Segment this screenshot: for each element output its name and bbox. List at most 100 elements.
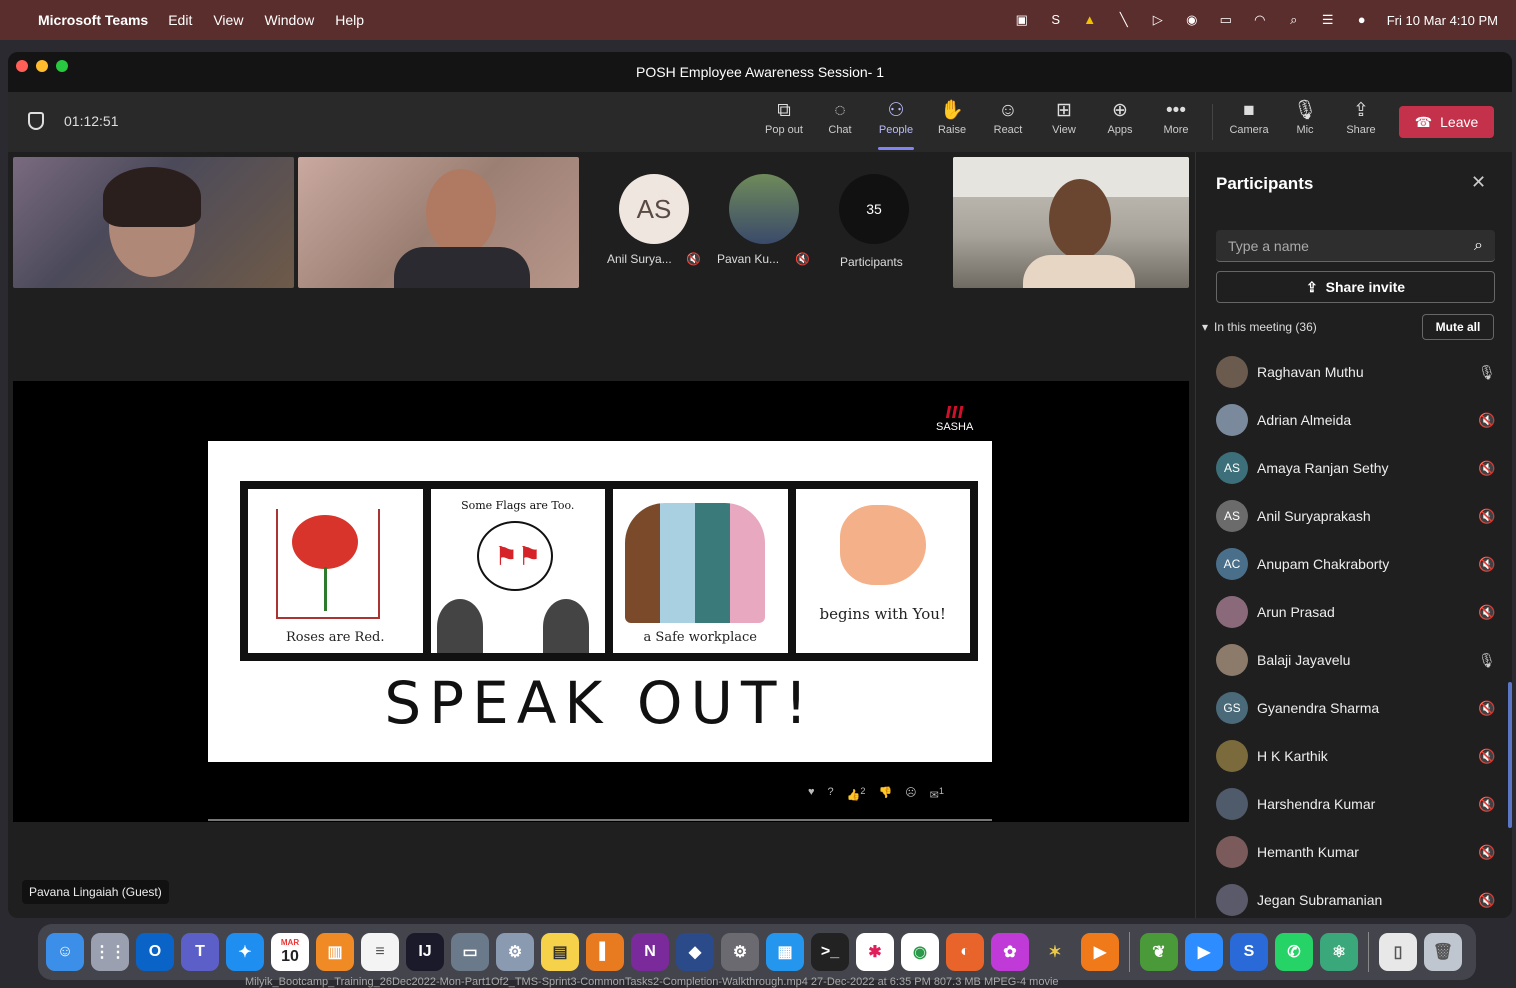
mute-all-button[interactable]: Mute all (1422, 314, 1494, 340)
participant-search[interactable]: ⌕ (1216, 230, 1495, 262)
thumbs-down-reaction-icon[interactable]: 👎 (878, 786, 892, 802)
participant-row[interactable]: Adrian Almeida 🔇 (1216, 396, 1506, 444)
trash-icon[interactable]: 🗑 (1424, 933, 1462, 971)
share-invite-button[interactable]: ⇪ Share invite (1216, 271, 1495, 303)
participant-row[interactable]: AS Anil Suryaprakash 🔇 (1216, 492, 1506, 540)
preview-icon[interactable]: ▭ (451, 933, 489, 971)
meeting-info-shield-icon[interactable] (28, 112, 44, 130)
video-tile[interactable] (13, 157, 294, 288)
onenote-icon[interactable]: N (631, 933, 669, 971)
skype-tray-icon[interactable]: S (1047, 12, 1065, 28)
menubar-app-name[interactable]: Microsoft Teams (38, 12, 148, 28)
menubar-clock[interactable]: Fri 10 Mar 4:10 PM (1387, 13, 1498, 28)
participant-row[interactable]: Balaji Jayavelu 🎙 (1216, 636, 1506, 684)
people-icon: ⚇ (887, 100, 905, 121)
participant-row[interactable]: Raghavan Muthu 🎙 (1216, 348, 1506, 396)
participants-count-tile[interactable]: 35 (839, 174, 909, 244)
pages-icon[interactable]: ▌ (586, 933, 624, 971)
menu-view[interactable]: View (213, 12, 243, 28)
intellij-icon[interactable]: IJ (406, 933, 444, 971)
chrome-icon[interactable]: ◉ (901, 933, 939, 971)
menu-edit[interactable]: Edit (168, 12, 192, 28)
wifi-icon[interactable]: ◠ (1251, 12, 1269, 28)
apps-button[interactable]: ⊕ Apps (1092, 98, 1148, 148)
system-settings-icon[interactable]: ⚙ (496, 933, 534, 971)
react-button[interactable]: ☺ React (980, 98, 1036, 148)
terminal-icon[interactable]: >_ (811, 933, 849, 971)
atom-app-icon[interactable]: ⚛ (1320, 933, 1358, 971)
close-window-button[interactable] (16, 60, 28, 72)
chat-button[interactable]: ◌ Chat (812, 98, 868, 148)
video-tile[interactable] (298, 157, 579, 288)
menu-window[interactable]: Window (264, 12, 314, 28)
participant-row[interactable]: Arun Prasad 🔇 (1216, 588, 1506, 636)
spring-tools-icon[interactable]: ❦ (1140, 933, 1178, 971)
sketch-app-icon[interactable]: ✶ (1036, 933, 1074, 971)
menu-help[interactable]: Help (335, 12, 364, 28)
books-icon[interactable]: ▥ (316, 933, 354, 971)
firefox-icon[interactable]: ◐ (946, 933, 984, 971)
share-button[interactable]: ⇪ Share (1333, 98, 1389, 148)
outlook-icon[interactable]: O (136, 933, 174, 971)
people-button[interactable]: ⚇ People (868, 98, 924, 150)
docker-icon[interactable]: ▦ (766, 933, 804, 971)
avatar-name: Pavan Ku... (717, 252, 780, 266)
close-icon[interactable]: ✕ (1471, 172, 1486, 193)
participant-row[interactable]: Jegan Subramanian 🔇 (1216, 876, 1506, 918)
spotlight-search-icon[interactable]: ⌕ (1285, 12, 1303, 28)
sad-reaction-icon[interactable]: ☹ (905, 786, 916, 802)
pop-out-button[interactable]: ⧉ Pop out (756, 98, 812, 148)
participant-row[interactable]: GS Gyanendra Sharma 🔇 (1216, 684, 1506, 732)
shared-screen[interactable]: ııı SASHA Roses are Red. Some Flags are … (13, 381, 1189, 822)
reminders-icon[interactable]: ≡ (361, 933, 399, 971)
zoom-icon[interactable]: ▶ (1185, 933, 1223, 971)
question-reaction-icon[interactable]: ? (828, 786, 834, 802)
thumbs-up-reaction-icon[interactable]: 👍2 (847, 786, 866, 802)
more-button[interactable]: ••• More (1148, 98, 1204, 148)
pen-tray-icon[interactable]: ╲ (1115, 12, 1133, 28)
launchpad-icon[interactable]: ⋮⋮ (91, 933, 129, 971)
play-tray-icon[interactable]: ▷ (1149, 12, 1167, 28)
screen-record-icon[interactable]: ▣ (1013, 12, 1031, 28)
participant-row[interactable]: H K Karthik 🔇 (1216, 732, 1506, 780)
minimize-window-button[interactable] (36, 60, 48, 72)
avatar-tile-anil[interactable]: AS (619, 174, 689, 244)
calendar-icon[interactable]: MAR 10 (271, 933, 309, 971)
teams-icon[interactable]: T (181, 933, 219, 971)
avatar-tile-pavan[interactable] (729, 174, 799, 244)
search-icon[interactable]: ⌕ (1474, 237, 1483, 255)
slack-icon[interactable]: ✱ (856, 933, 894, 971)
participant-row[interactable]: Harshendra Kumar 🔇 (1216, 780, 1506, 828)
notes-icon[interactable]: ▤ (541, 933, 579, 971)
participants-scrollbar[interactable] (1508, 682, 1512, 828)
warning-tray-icon[interactable]: ▲ (1081, 12, 1099, 28)
azure-data-studio-icon[interactable]: ◆ (676, 933, 714, 971)
safari-icon[interactable]: ✦ (226, 933, 264, 971)
finder-icon[interactable]: ☺ (46, 933, 84, 971)
zoom-window-button[interactable] (56, 60, 68, 72)
participant-row[interactable]: AC Anupam Chakraborty 🔇 (1216, 540, 1506, 588)
mic-off-icon: 🔇 (686, 252, 701, 266)
control-center-icon[interactable]: ☰ (1319, 12, 1337, 28)
zip-file-icon[interactable]: ▯ (1379, 933, 1417, 971)
mic-button[interactable]: 🎙 Mic (1277, 98, 1333, 148)
leave-button[interactable]: ☎ Leave (1399, 106, 1494, 138)
raise-hand-button[interactable]: ✋ Raise (924, 98, 980, 148)
flower-app-icon[interactable]: ✿ (991, 933, 1029, 971)
comment-reaction-icon[interactable]: ✉1 (930, 786, 944, 802)
settings-gear-icon[interactable]: ⚙ (721, 933, 759, 971)
battery-icon[interactable]: ▭ (1217, 12, 1235, 28)
camera-button[interactable]: ■ Camera (1221, 98, 1277, 148)
siri-icon[interactable]: ● (1353, 12, 1371, 28)
user-tray-icon[interactable]: ◉ (1183, 12, 1201, 28)
participant-row[interactable]: AS Amaya Ranjan Sethy 🔇 (1216, 444, 1506, 492)
heart-reaction-icon[interactable]: ♥ (808, 786, 815, 802)
participant-row[interactable]: Hemanth Kumar 🔇 (1216, 828, 1506, 876)
view-button[interactable]: ⊞ View (1036, 98, 1092, 148)
in-meeting-section-toggle[interactable]: ▾ In this meeting (36) (1202, 320, 1317, 334)
video-tile[interactable] (953, 157, 1189, 288)
whatsapp-icon[interactable]: ✆ (1275, 933, 1313, 971)
infuse-player-icon[interactable]: ▶ (1081, 933, 1119, 971)
simplenote-icon[interactable]: S (1230, 933, 1268, 971)
search-input[interactable] (1228, 237, 1475, 254)
